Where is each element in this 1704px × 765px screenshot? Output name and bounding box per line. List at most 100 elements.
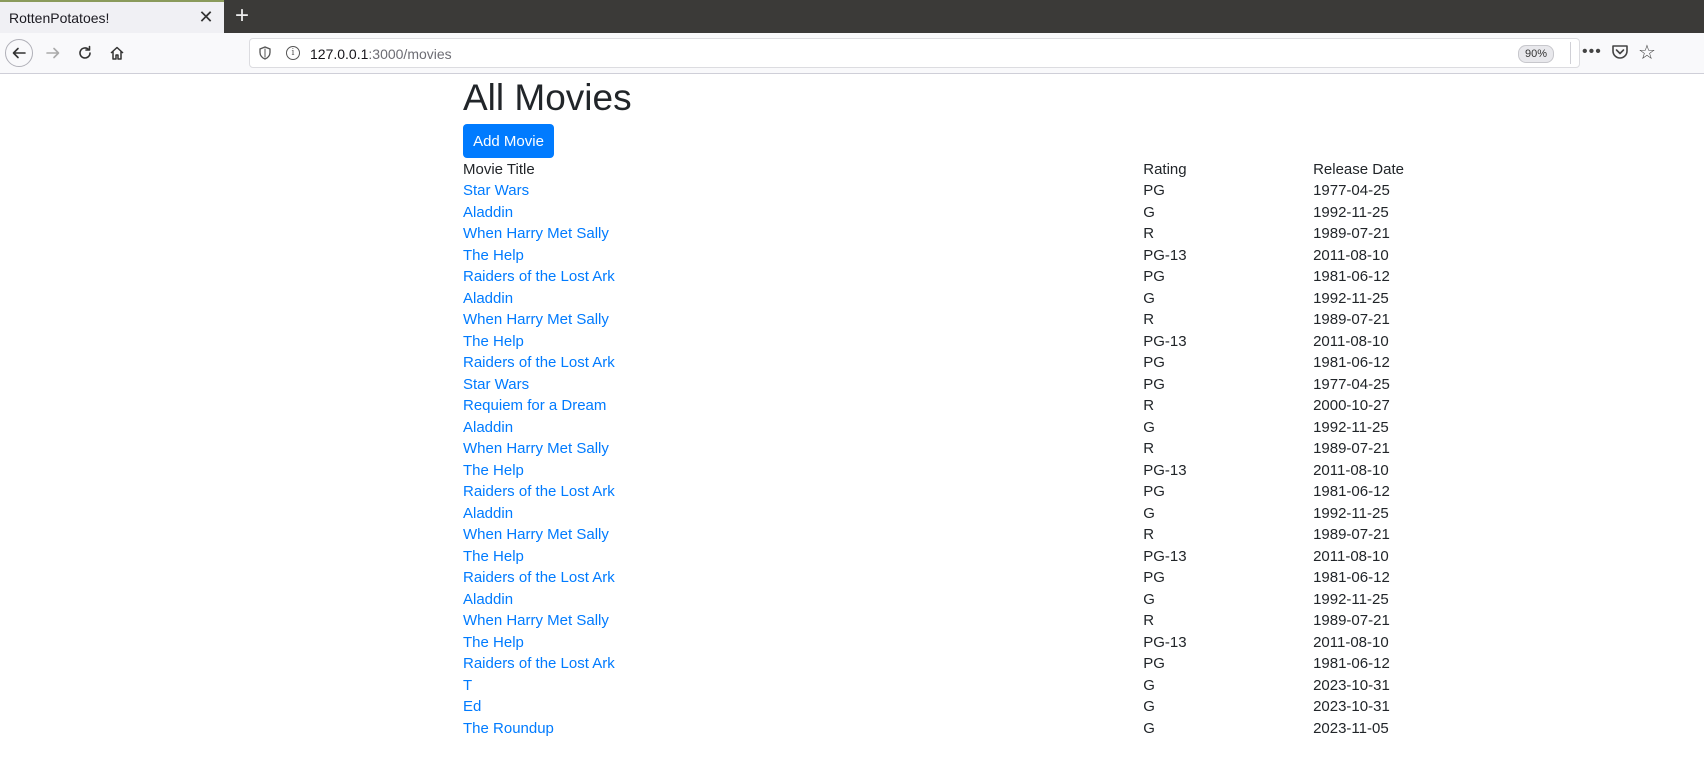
movie-title-cell: The Help (463, 460, 1143, 482)
reload-icon (79, 45, 91, 59)
home-button[interactable] (103, 39, 131, 67)
table-row: Ed G 2023-10-31 (463, 696, 1463, 718)
pocket-icon[interactable] (1610, 42, 1630, 62)
movie-title-link[interactable]: When Harry Met Sally (463, 225, 609, 242)
movie-release-date-cell: 2023-10-31 (1313, 676, 1390, 694)
table-row: When Harry Met Sally R 1989-07-21 (463, 309, 1463, 331)
movie-title-link[interactable]: Aladdin (463, 204, 513, 221)
movie-title-cell: Raiders of the Lost Ark (463, 653, 1143, 675)
movie-title-cell: When Harry Met Sally (463, 524, 1143, 546)
movie-title-cell: Requiem for a Dream (463, 395, 1143, 417)
movie-title-cell: Raiders of the Lost Ark (463, 266, 1143, 288)
url-path: :3000/movies (368, 46, 452, 62)
movie-title-link[interactable]: T (463, 677, 472, 694)
browser-tab[interactable]: RottenPotatoes! ✕ (0, 0, 224, 33)
page-actions-menu-icon[interactable]: ••• (1582, 43, 1602, 61)
movie-rating-cell: PG (1143, 569, 1165, 587)
tab-bar: RottenPotatoes! ✕ + (0, 0, 1704, 33)
table-row: The Help PG-13 2011-08-10 (463, 460, 1463, 482)
back-button[interactable] (5, 39, 33, 67)
header-release-date: Release Date (1313, 161, 1404, 178)
movie-title-link[interactable]: Raiders of the Lost Ark (463, 354, 615, 371)
movie-release-date-cell: 1992-11-25 (1313, 418, 1389, 436)
close-tab-icon[interactable]: ✕ (198, 8, 214, 26)
movie-release-date-cell: 2011-08-10 (1313, 246, 1389, 264)
movie-release-date-cell: 2011-08-10 (1313, 332, 1389, 350)
movie-release-date-cell: 1992-11-25 (1313, 289, 1389, 307)
reload-button[interactable] (71, 39, 99, 67)
movie-rating-cell: R (1143, 612, 1155, 630)
movie-title-link[interactable]: Raiders of the Lost Ark (463, 569, 615, 586)
table-row: Aladdin G 1992-11-25 (463, 288, 1463, 310)
movie-title-link[interactable]: When Harry Met Sally (463, 440, 609, 457)
header-rating: Rating (1143, 161, 1187, 178)
movie-title-link[interactable]: The Help (463, 634, 524, 651)
movie-title-link[interactable]: The Roundup (463, 720, 554, 737)
zoom-level-badge[interactable]: 90% (1518, 45, 1555, 63)
table-row: The Help PG-13 2011-08-10 (463, 546, 1463, 568)
movie-title-link[interactable]: Raiders of the Lost Ark (463, 483, 615, 500)
add-movie-button[interactable]: Add Movie (463, 124, 554, 158)
movie-title-cell: Star Wars (463, 180, 1143, 202)
movie-title-cell: Aladdin (463, 589, 1143, 611)
movie-title-link[interactable]: Raiders of the Lost Ark (463, 655, 615, 672)
movie-title-cell: Aladdin (463, 202, 1143, 224)
shield-icon[interactable] (258, 46, 272, 60)
table-row: Raiders of the Lost Ark PG 1981-06-12 (463, 567, 1463, 589)
movie-rating-cell: G (1143, 590, 1155, 608)
movie-rating-cell: PG (1143, 268, 1165, 286)
movie-title-link[interactable]: The Help (463, 333, 524, 350)
table-row: The Help PG-13 2011-08-10 (463, 245, 1463, 267)
movie-title-link[interactable]: The Help (463, 548, 524, 565)
movie-title-link[interactable]: Star Wars (463, 376, 529, 393)
movie-title-link[interactable]: When Harry Met Sally (463, 526, 609, 543)
movie-release-date-cell: 1981-06-12 (1313, 655, 1390, 673)
movie-rating-cell: G (1143, 418, 1155, 436)
table-row: When Harry Met Sally R 1989-07-21 (463, 438, 1463, 460)
forward-button[interactable] (39, 39, 67, 67)
bookmark-star-icon[interactable]: ☆ (1638, 40, 1656, 65)
table-row: T G 2023-10-31 (463, 675, 1463, 697)
table-row: The Help PG-13 2011-08-10 (463, 331, 1463, 353)
movie-title-link[interactable]: The Help (463, 247, 524, 264)
movie-title-link[interactable]: Ed (463, 698, 481, 715)
movie-release-date-cell: 1981-06-12 (1313, 354, 1390, 372)
movie-title-link[interactable]: The Help (463, 462, 524, 479)
forward-arrow-icon (46, 47, 60, 59)
movie-title-cell: When Harry Met Sally (463, 223, 1143, 245)
table-row: Aladdin G 1992-11-25 (463, 589, 1463, 611)
navigation-toolbar: i 127.0.0.1:3000/movies 90% ••• ☆ (0, 33, 1704, 74)
movie-title-link[interactable]: Star Wars (463, 182, 529, 199)
site-info-icon[interactable]: i (286, 46, 300, 60)
address-bar[interactable]: i 127.0.0.1:3000/movies 90% (249, 38, 1580, 68)
table-row: When Harry Met Sally R 1989-07-21 (463, 610, 1463, 632)
movie-title-cell: Aladdin (463, 288, 1143, 310)
movie-rating-cell: PG-13 (1143, 246, 1187, 264)
movie-title-cell: When Harry Met Sally (463, 610, 1143, 632)
movie-title-link[interactable]: Requiem for a Dream (463, 397, 606, 414)
movie-title-cell: The Help (463, 245, 1143, 267)
movie-rating-cell: PG-13 (1143, 461, 1187, 479)
url-text[interactable]: 127.0.0.1:3000/movies (310, 46, 452, 62)
movie-rating-cell: PG-13 (1143, 332, 1187, 350)
movie-title-cell: When Harry Met Sally (463, 309, 1143, 331)
movie-release-date-cell: 1989-07-21 (1313, 311, 1390, 329)
movie-title-link[interactable]: When Harry Met Sally (463, 612, 609, 629)
movie-title-cell: Aladdin (463, 417, 1143, 439)
new-tab-button[interactable]: + (232, 4, 252, 28)
movie-release-date-cell: 2023-11-05 (1313, 719, 1389, 737)
movie-title-link[interactable]: Aladdin (463, 505, 513, 522)
movie-title-link[interactable]: When Harry Met Sally (463, 311, 609, 328)
movie-rating-cell: G (1143, 504, 1155, 522)
movie-title-link[interactable]: Aladdin (463, 290, 513, 307)
movie-rating-cell: R (1143, 225, 1155, 243)
table-row: Aladdin G 1992-11-25 (463, 417, 1463, 439)
movie-title-cell: Raiders of the Lost Ark (463, 481, 1143, 503)
movie-rating-cell: R (1143, 440, 1155, 458)
movie-title-cell: The Help (463, 331, 1143, 353)
movie-title-link[interactable]: Aladdin (463, 591, 513, 608)
movie-title-link[interactable]: Aladdin (463, 419, 513, 436)
movie-title-link[interactable]: Raiders of the Lost Ark (463, 268, 615, 285)
movies-table-body: Star Wars PG 1977-04-25 Aladdin G 1992-11-25 W… (463, 180, 1463, 739)
movie-release-date-cell: 1992-11-25 (1313, 203, 1389, 221)
